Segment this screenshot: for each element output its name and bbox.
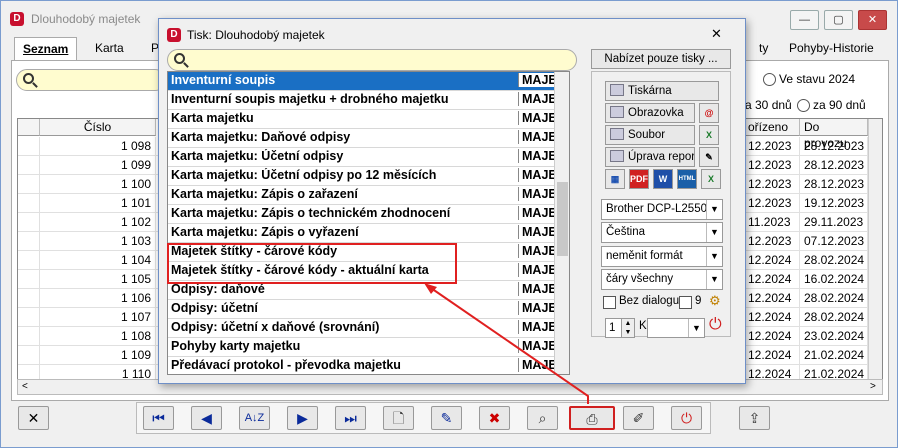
annotation-arrow bbox=[424, 283, 589, 404]
